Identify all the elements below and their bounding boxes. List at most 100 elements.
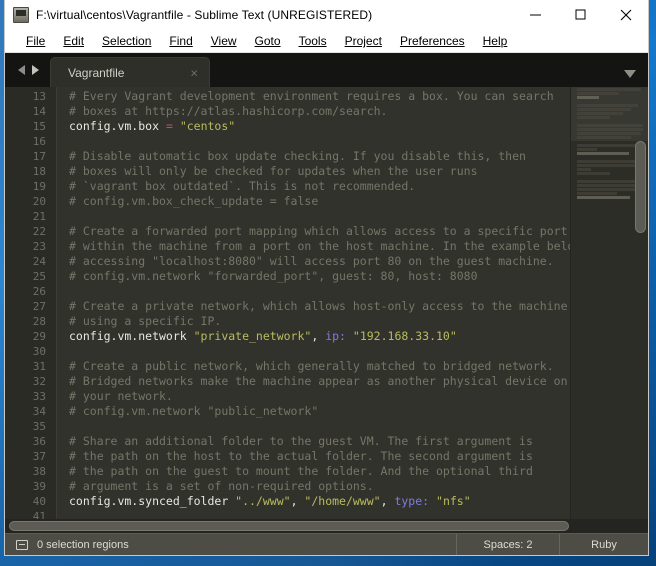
menu-item-tools[interactable]: Tools (290, 32, 336, 50)
code-line[interactable]: # accessing "localhost:8080" will access… (69, 254, 570, 269)
menu-item-project[interactable]: Project (336, 32, 391, 50)
code-line[interactable] (69, 134, 570, 149)
code-line[interactable]: # config.vm.network "forwarded_port", gu… (69, 269, 570, 284)
code-line[interactable]: # boxes will only be checked for updates… (69, 164, 570, 179)
code-line[interactable] (69, 509, 570, 519)
code-line[interactable]: # Create a private network, which allows… (69, 299, 570, 314)
menu-item-file[interactable]: File (17, 32, 54, 50)
vertical-scrollbar[interactable] (635, 141, 646, 233)
menu-item-help[interactable]: Help (474, 32, 517, 50)
arrow-right-icon[interactable] (32, 65, 39, 75)
status-syntax-mode[interactable]: Ruby (559, 533, 648, 555)
minimap-line (577, 120, 648, 123)
chevron-down-icon[interactable] (624, 70, 636, 78)
editor-area: 13 14 15 16 17 18 19 20 21 22 23 24 25 26 27 28 29 30 31 32… (5, 87, 648, 519)
minimap-line (577, 124, 643, 127)
horizontal-scrollbar-track[interactable] (5, 519, 648, 533)
line-number: 16 (32, 135, 46, 148)
menu-item-view[interactable]: View (202, 32, 246, 50)
line-number: 40 (32, 495, 46, 508)
code-line[interactable]: # Bridged networks make the machine appe… (69, 374, 570, 389)
menu-bar: File Edit Selection Find View Goto Tools… (5, 30, 648, 53)
code-token: , (290, 494, 305, 508)
arrow-left-icon[interactable] (18, 65, 25, 75)
menu-find-label: Find (169, 34, 193, 48)
code-line[interactable]: # Share an additional folder to the gues… (69, 434, 570, 449)
code-line[interactable]: # config.vm.box_check_update = false (69, 194, 570, 209)
panel-toggle-icon[interactable] (16, 539, 28, 550)
minimap-line (577, 164, 643, 167)
line-number: 15 (32, 120, 46, 133)
line-number-gutter: 13 14 15 16 17 18 19 20 21 22 23 24 25 26 27 28 29 30 31 32… (5, 87, 57, 519)
code-token: # boxes at https://atlas.hashicorp.com/s… (69, 104, 388, 118)
menu-item-preferences[interactable]: Preferences (391, 32, 474, 50)
tab-vagrantfile[interactable]: Vagrantfile × (50, 57, 210, 87)
code-line[interactable] (69, 419, 570, 434)
line-number: 33 (32, 390, 46, 403)
horizontal-scrollbar-thumb[interactable] (9, 521, 569, 531)
line-number: 32 (32, 375, 46, 388)
minimap-line (577, 160, 641, 163)
code-token: , (380, 494, 395, 508)
menu-item-find[interactable]: Find (160, 32, 201, 50)
code-line[interactable] (69, 209, 570, 224)
code-line[interactable]: # within the machine from a port on the … (69, 239, 570, 254)
code-line[interactable]: # the path on the guest to mount the fol… (69, 464, 570, 479)
line-number: 17 (32, 150, 46, 163)
code-line[interactable]: # Create a public network, which general… (69, 359, 570, 374)
status-indent-setting[interactable]: Spaces: 2 (456, 533, 559, 555)
line-number: 31 (32, 360, 46, 373)
minimap-line (577, 100, 648, 103)
tab-close-icon[interactable]: × (190, 66, 198, 79)
code-line[interactable]: # Every Vagrant development environment … (69, 89, 570, 104)
menu-preferences-label: Preferences (399, 34, 465, 48)
code-token: "/home/www" (304, 494, 381, 508)
menu-item-goto[interactable]: Goto (246, 32, 290, 50)
code-line[interactable]: # argument is a set of non-required opti… (69, 479, 570, 494)
menu-file-label: File (26, 34, 46, 48)
code-line[interactable]: # boxes at https://atlas.hashicorp.com/s… (69, 104, 570, 119)
minimap-line (577, 108, 631, 111)
code-token: type: (394, 494, 430, 508)
menu-item-selection[interactable]: Selection (93, 32, 160, 50)
code-token: # argument is a set of non-required opti… (69, 479, 374, 493)
code-line[interactable]: config.vm.synced_folder "../www", "/home… (69, 494, 570, 509)
code-line[interactable]: config.vm.network "private_network", ip:… (69, 329, 570, 344)
maximize-button[interactable] (558, 0, 603, 29)
code-pane[interactable]: 13 14 15 16 17 18 19 20 21 22 23 24 25 26 27 28 29 30 31 32… (5, 87, 570, 519)
minimize-button[interactable] (513, 0, 558, 29)
code-line[interactable]: # `vagrant box outdated`. This is not re… (69, 179, 570, 194)
minimap-line (577, 132, 641, 135)
code-line[interactable]: # your network. (69, 389, 570, 404)
minimap-line (577, 184, 639, 187)
code-line[interactable]: config.vm.box = "centos" (69, 119, 570, 134)
close-button[interactable] (603, 0, 648, 29)
code-content[interactable]: # Every Vagrant development environment … (57, 87, 570, 519)
code-line[interactable] (69, 284, 570, 299)
line-number: 38 (32, 465, 46, 478)
code-line[interactable]: # Create a forwarded port mapping which … (69, 224, 570, 239)
code-token: # Every Vagrant development environment … (69, 89, 554, 103)
code-token: # config.vm.network "forwarded_port", gu… (69, 269, 478, 283)
code-token: # `vagrant box outdated`. This is not re… (69, 179, 416, 193)
status-bar: 0 selection regions Spaces: 2 Ruby (5, 533, 648, 555)
menu-selection-label: Selection (102, 34, 152, 48)
code-line[interactable]: # config.vm.network "public_network" (69, 404, 570, 419)
code-line[interactable]: # the path on the host to the actual fol… (69, 449, 570, 464)
minimap-line (577, 192, 617, 195)
code-token: # Bridged networks make the machine appe… (69, 374, 568, 388)
code-token: # Share an additional folder to the gues… (69, 434, 533, 448)
title-bar: F:\virtual\centos\Vagrantfile - Sublime … (5, 0, 648, 30)
menu-item-edit[interactable]: Edit (54, 32, 93, 50)
code-token: = (165, 119, 173, 133)
minimap-line (577, 188, 639, 191)
status-right-group: Spaces: 2 Ruby (456, 533, 648, 555)
code-line[interactable]: # Disable automatic box update checking.… (69, 149, 570, 164)
sublime-text-window: F:\virtual\centos\Vagrantfile - Sublime … (4, 0, 649, 556)
minimap-line (577, 92, 619, 95)
code-line[interactable] (69, 344, 570, 359)
code-line[interactable]: # using a specific IP. (69, 314, 570, 329)
code-token: # config.vm.box_check_update = false (69, 194, 319, 208)
